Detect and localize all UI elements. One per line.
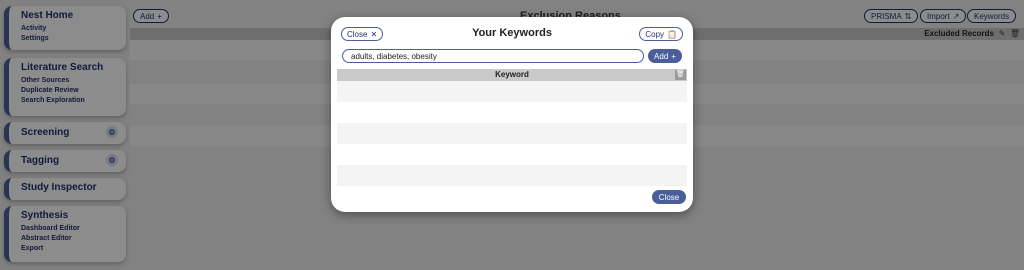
plus-icon: + [671, 51, 676, 61]
copy-button[interactable]: Copy 📋 [639, 27, 683, 41]
keywords-modal: Close ✕ Your Keywords Copy 📋 Add + Keywo… [331, 17, 693, 212]
keyword-column-header: Keyword [495, 70, 529, 79]
trash-icon[interactable]: 🗑 [675, 70, 686, 80]
close-button-bottom[interactable]: Close [652, 190, 686, 204]
keyword-input[interactable] [342, 49, 644, 63]
keywords-table: Keyword 🗑 [337, 69, 687, 186]
copy-button-label: Copy [645, 29, 665, 39]
table-row [337, 123, 687, 144]
table-row [337, 102, 687, 123]
clipboard-icon: 📋 [667, 29, 677, 39]
table-row [337, 165, 687, 186]
table-row [337, 144, 687, 165]
add-keyword-button[interactable]: Add + [648, 49, 682, 63]
table-row [337, 81, 687, 102]
keywords-table-header: Keyword 🗑 [337, 69, 687, 81]
add-keyword-label: Add [654, 51, 669, 61]
